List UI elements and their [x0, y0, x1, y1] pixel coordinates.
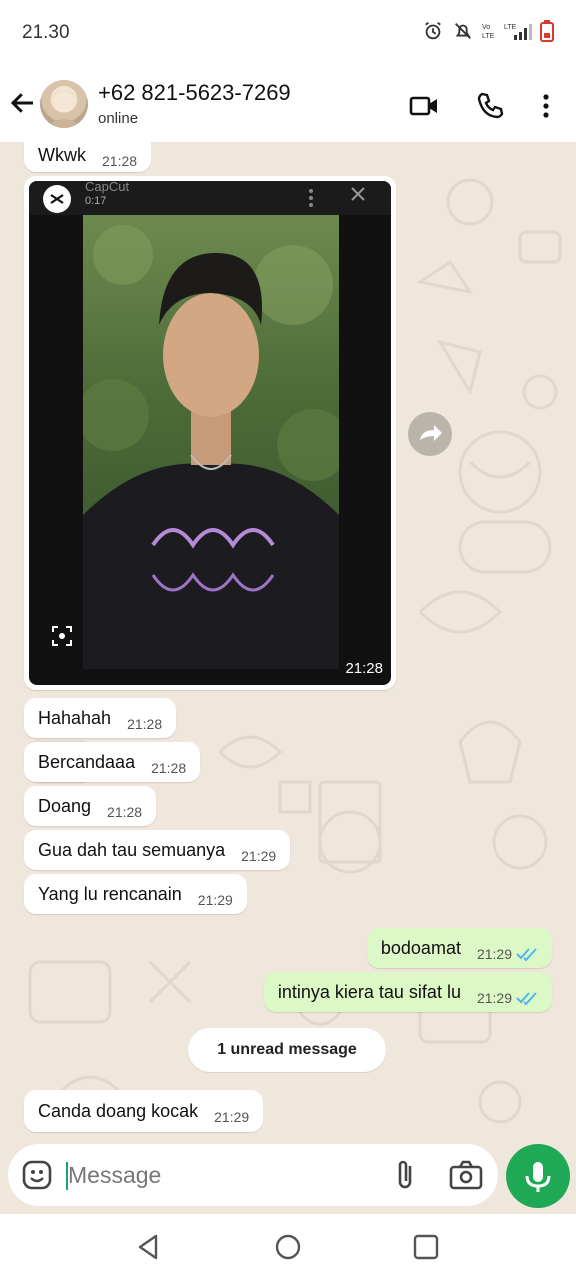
message-time: 21:29: [197, 892, 233, 908]
read-ticks-icon: [516, 948, 537, 961]
svg-text:Vo: Vo: [482, 24, 490, 31]
message-incoming[interactable]: Doang 21:28: [24, 786, 157, 826]
message-incoming[interactable]: Bercandaaa 21:28: [24, 742, 201, 782]
unread-banner: 1 unread message: [188, 1028, 386, 1072]
message-outgoing[interactable]: bodoamat 21:29: [366, 928, 552, 968]
message-time: 21:29: [476, 946, 512, 962]
nav-back-icon[interactable]: [134, 1232, 164, 1262]
alarm-icon: [425, 21, 441, 40]
message-incoming[interactable]: Hahahah 21:28: [24, 698, 177, 738]
status-icons: Vo LTE LTE: [422, 20, 554, 42]
emoji-icon[interactable]: [20, 1158, 54, 1192]
forward-icon: [420, 425, 442, 441]
message-incoming[interactable]: Gua dah tau semuanya 21:29: [24, 830, 291, 870]
chat-header: +62 821-5623-7269 online: [0, 66, 576, 142]
mic-icon: [525, 1162, 551, 1192]
message-text: intinya kiera tau sifat lu: [277, 981, 461, 1002]
message-time: 21:29: [241, 848, 277, 864]
message-time: 21:28: [345, 660, 383, 677]
message-text: Hahahah: [38, 707, 112, 728]
more-vert-icon[interactable]: [530, 90, 562, 122]
message-text: bodoamat: [380, 937, 461, 958]
message-outgoing[interactable]: intinya kiera tau sifat lu 21:29: [263, 972, 552, 1012]
message-time: 21:28: [107, 804, 143, 820]
read-ticks-icon: [516, 992, 537, 1005]
mute-icon: [455, 23, 471, 39]
status-time: 21.30: [22, 22, 70, 43]
system-nav-bar: [0, 1214, 576, 1280]
message-time: 21:29: [214, 1109, 250, 1125]
video-preview[interactable]: CapCut 0:17 21:28: [29, 181, 391, 685]
message-text: Gua dah tau semuanya: [38, 839, 226, 860]
message-input[interactable]: [68, 1154, 368, 1196]
video-thumbnail: [83, 215, 339, 669]
close-icon: [351, 187, 365, 201]
composer-bar: [8, 1144, 498, 1206]
forward-button[interactable]: [408, 412, 452, 456]
volte-icon: Vo LTE: [482, 24, 495, 40]
capcut-logo-icon: [43, 185, 71, 213]
more-vert-icon: [309, 189, 313, 207]
message-incoming[interactable]: Yang lu rencanain 21:29: [24, 874, 247, 914]
contact-avatar[interactable]: [40, 80, 88, 128]
back-arrow-icon[interactable]: [8, 88, 38, 118]
scan-icon[interactable]: [51, 625, 73, 647]
message-text: Bercandaaa: [38, 751, 136, 772]
message-text: Wkwk: [38, 144, 86, 165]
contact-name[interactable]: +62 821-5623-7269: [98, 80, 291, 106]
attach-icon[interactable]: [390, 1158, 420, 1192]
video-call-icon[interactable]: [408, 90, 440, 122]
message-time: 21:29: [476, 990, 512, 1006]
chat-area[interactable]: Wkwk 21:28 CapCut 0:17 21:28 Hahahah 21:…: [0, 142, 576, 1144]
message-time: 21:28: [151, 760, 187, 776]
battery-low-icon: [540, 20, 554, 42]
nav-home-icon[interactable]: [273, 1232, 303, 1262]
message-incoming[interactable]: Canda doang kocak 21:29: [24, 1090, 264, 1132]
message-time: 21:28: [127, 716, 163, 732]
nav-recents-icon[interactable]: [411, 1232, 441, 1262]
svg-text:LTE: LTE: [482, 33, 495, 40]
lte-signal-icon: LTE: [504, 24, 532, 40]
camera-icon[interactable]: [448, 1158, 484, 1192]
contact-status: online: [98, 110, 139, 127]
mic-button[interactable]: [506, 1144, 570, 1208]
message-incoming[interactable]: Wkwk 21:28: [24, 142, 152, 172]
media-message[interactable]: CapCut 0:17 21:28: [24, 176, 396, 690]
message-text: Canda doang kocak: [38, 1100, 199, 1121]
message-text: Doang: [38, 795, 92, 816]
capcut-header: CapCut 0:17: [29, 181, 391, 215]
message-time: 21:28: [102, 153, 138, 169]
svg-text:LTE: LTE: [504, 24, 517, 31]
voice-call-icon[interactable]: [474, 90, 506, 122]
message-text: Yang lu rencanain: [38, 883, 182, 904]
status-bar: 21.30 Vo LTE LTE: [0, 0, 576, 66]
app-name: CapCut: [85, 181, 130, 194]
video-duration: 0:17: [85, 195, 107, 207]
